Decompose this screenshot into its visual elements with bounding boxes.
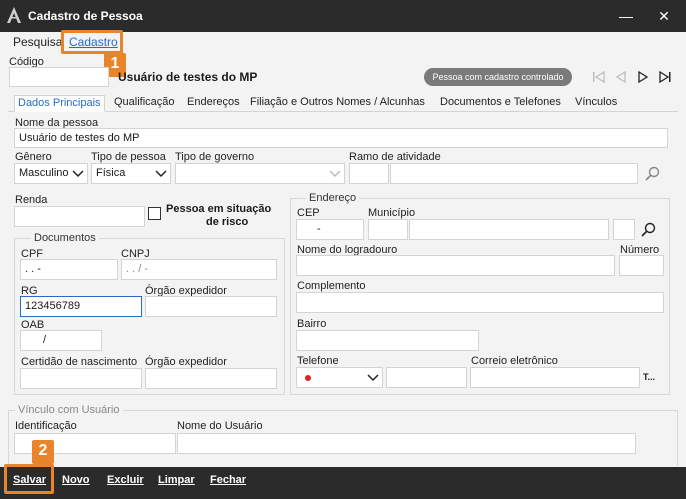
tab-cadastro[interactable]: Cadastro <box>69 35 118 49</box>
chevron-down-icon <box>72 170 84 178</box>
municipio-label: Município <box>368 207 416 219</box>
title-bar: Cadastro de Pessoa — ✕ <box>0 0 686 32</box>
genero-select[interactable]: Masculino <box>14 163 88 184</box>
documentos-group-label: Documentos <box>31 232 99 244</box>
nome-field[interactable]: Usuário de testes do MP <box>14 128 668 148</box>
genero-value: Masculino <box>19 167 69 179</box>
risco-label-1: Pessoa em situação <box>166 203 272 215</box>
search-icon[interactable] <box>641 222 657 238</box>
nome-usuario-field[interactable] <box>177 433 636 454</box>
subtab-enderecos[interactable]: Endereços <box>184 95 243 112</box>
cep-field[interactable]: - <box>296 219 364 240</box>
search-icon[interactable] <box>645 166 661 182</box>
logradouro-field[interactable] <box>296 255 615 276</box>
complemento-label: Complemento <box>297 280 366 292</box>
orgao-expedidor-2-field[interactable] <box>145 368 277 389</box>
chevron-down-icon <box>367 374 379 382</box>
cnpj-field[interactable]: . . / - <box>121 259 277 280</box>
chevron-down-icon <box>155 170 167 178</box>
prev-record-icon[interactable] <box>610 67 632 87</box>
cpf-field[interactable]: . . - <box>20 259 118 280</box>
vinculo-group-label: Vínculo com Usuário <box>15 404 123 416</box>
fechar-button[interactable]: Fechar <box>210 474 246 486</box>
identificacao-label: Identificação <box>15 420 77 432</box>
minimize-icon[interactable]: — <box>616 6 636 26</box>
tipo-pessoa-select[interactable]: Física <box>91 163 171 184</box>
codigo-field[interactable] <box>9 67 109 87</box>
municipio-name-field[interactable] <box>409 219 609 240</box>
subtab-dados-principais[interactable]: Dados Principais <box>14 95 105 112</box>
window-title: Cadastro de Pessoa <box>28 9 143 23</box>
telefone-label: Telefone <box>297 355 339 367</box>
certidao-field[interactable] <box>20 368 142 389</box>
complemento-field[interactable] <box>296 292 664 313</box>
next-record-icon[interactable] <box>632 67 654 87</box>
tipo-governo-select[interactable] <box>175 163 345 184</box>
risco-label-2: de risco <box>206 216 249 228</box>
last-record-icon[interactable] <box>654 67 676 87</box>
subtab-documentos-telefones[interactable]: Documentos e Telefones <box>437 95 564 112</box>
numero-field[interactable] <box>619 255 664 276</box>
email-type-button[interactable]: T... <box>643 372 655 382</box>
tab-pesquisa[interactable]: Pesquisa <box>13 35 62 49</box>
phone-country-flag-icon <box>305 375 311 381</box>
chevron-down-icon <box>329 170 341 178</box>
ramo-desc-field[interactable] <box>390 163 638 184</box>
tipo-governo-label: Tipo de governo <box>175 151 255 163</box>
bairro-label: Bairro <box>297 318 327 330</box>
email-field[interactable] <box>470 367 640 388</box>
genero-label: Gênero <box>15 151 52 163</box>
municipio-code-field[interactable] <box>368 219 408 240</box>
orgao-expedidor-2-label: Órgão expedidor <box>145 356 227 368</box>
rg-field[interactable]: 123456789 <box>20 296 142 317</box>
endereco-group-label: Endereço <box>306 192 360 204</box>
callout-badge-2: 2 <box>32 440 54 464</box>
subtab-filiacao[interactable]: Filiação e Outros Nomes / Alcunhas <box>247 95 428 112</box>
nome-usuario-label: Nome do Usuário <box>177 420 263 432</box>
limpar-button[interactable]: Limpar <box>158 474 195 486</box>
bottom-toolbar <box>0 467 686 499</box>
telefone-country-select[interactable] <box>296 367 383 388</box>
ramo-label: Ramo de atividade <box>349 151 441 163</box>
risco-checkbox[interactable] <box>148 207 161 220</box>
municipio-uf-field[interactable] <box>613 219 635 240</box>
oab-field[interactable]: / <box>20 330 102 351</box>
controlled-registration-badge: Pessoa com cadastro controlado <box>424 68 572 86</box>
subtab-vinculos[interactable]: Vínculos <box>572 95 620 112</box>
person-name-heading: Usuário de testes do MP <box>118 70 258 84</box>
salvar-button[interactable]: Salvar <box>13 474 46 486</box>
first-record-icon[interactable] <box>588 67 610 87</box>
excluir-button[interactable]: Excluir <box>107 474 144 486</box>
bairro-field[interactable] <box>296 330 479 351</box>
orgao-expedidor-field[interactable] <box>145 296 277 317</box>
renda-field[interactable] <box>14 206 145 227</box>
tipo-pessoa-value: Física <box>96 167 126 179</box>
close-icon[interactable]: ✕ <box>654 6 674 26</box>
app-logo-icon <box>7 7 21 23</box>
certidao-label: Certidão de nascimento <box>21 356 138 368</box>
ramo-code-field[interactable] <box>349 163 389 184</box>
email-label: Correio eletrônico <box>471 355 558 367</box>
telefone-field[interactable] <box>386 367 467 388</box>
novo-button[interactable]: Novo <box>62 474 90 486</box>
renda-label: Renda <box>15 194 48 206</box>
tipo-pessoa-label: Tipo de pessoa <box>91 151 166 163</box>
cep-label: CEP <box>297 207 320 219</box>
subtab-qualificacao[interactable]: Qualificação <box>111 95 178 112</box>
